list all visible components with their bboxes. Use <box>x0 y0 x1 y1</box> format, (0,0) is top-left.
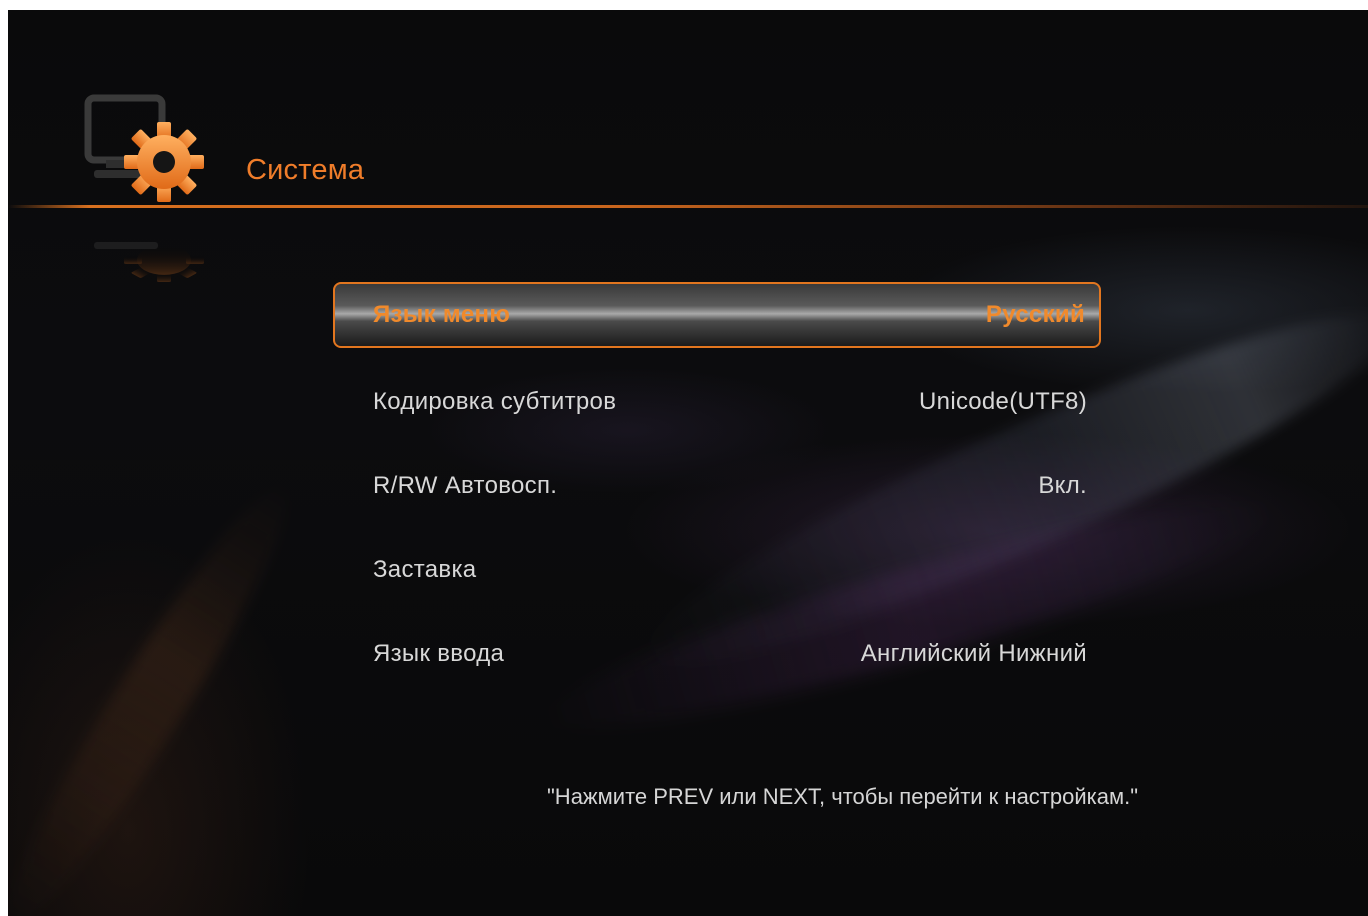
header-divider <box>8 205 1368 208</box>
menu-item-label: Заставка <box>373 556 477 583</box>
menu-item-label: Язык ввода <box>373 640 505 667</box>
menu-item-value: Русский <box>985 301 1085 328</box>
menu-item-label: Язык меню <box>373 301 511 328</box>
page-title: Система <box>246 154 365 186</box>
background-light-streak <box>8 465 316 916</box>
menu-item-input-language[interactable]: Язык ввода Английский Нижний <box>333 612 1101 696</box>
menu-item-menu-language[interactable]: Язык меню Русский <box>333 282 1101 348</box>
settings-menu: Язык меню Русский Кодировка субтитров Un… <box>333 282 1101 696</box>
menu-item-screensaver[interactable]: Заставка <box>333 528 1101 612</box>
system-settings-gear-icon <box>80 92 210 292</box>
menu-item-rrw-autoplay[interactable]: R/RW Автовосп. Вкл. <box>333 444 1101 528</box>
menu-item-value: Unicode(UTF8) <box>919 388 1087 415</box>
menu-item-subtitle-encoding[interactable]: Кодировка субтитров Unicode(UTF8) <box>333 360 1101 444</box>
navigation-hint: "Нажмите PREV или NEXT, чтобы перейти к … <box>547 784 1139 809</box>
menu-item-label: Кодировка субтитров <box>373 388 617 415</box>
menu-item-value: Вкл. <box>1038 472 1087 499</box>
settings-screen: Система Язык меню Русский Кодировка субт… <box>8 10 1368 916</box>
menu-item-label: R/RW Автовосп. <box>373 472 558 499</box>
menu-item-value: Английский Нижний <box>860 640 1087 667</box>
